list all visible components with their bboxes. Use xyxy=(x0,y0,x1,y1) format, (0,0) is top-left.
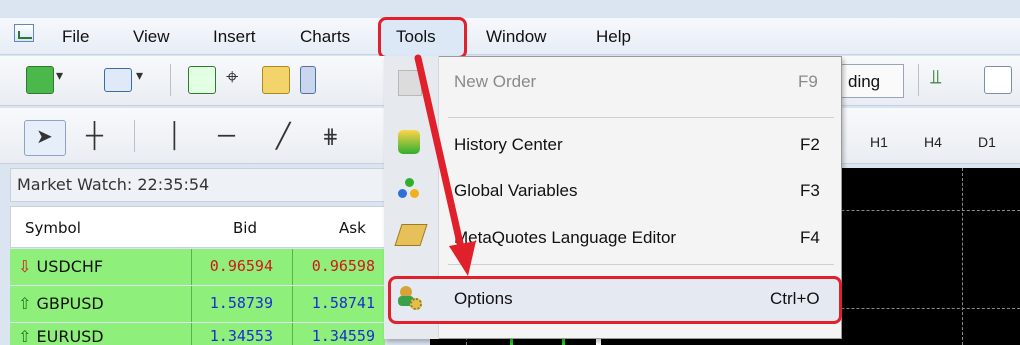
annotation-arrow-shaft xyxy=(414,54,466,256)
annotation-arrow-head xyxy=(449,241,476,276)
annotation-arrow xyxy=(414,54,476,276)
